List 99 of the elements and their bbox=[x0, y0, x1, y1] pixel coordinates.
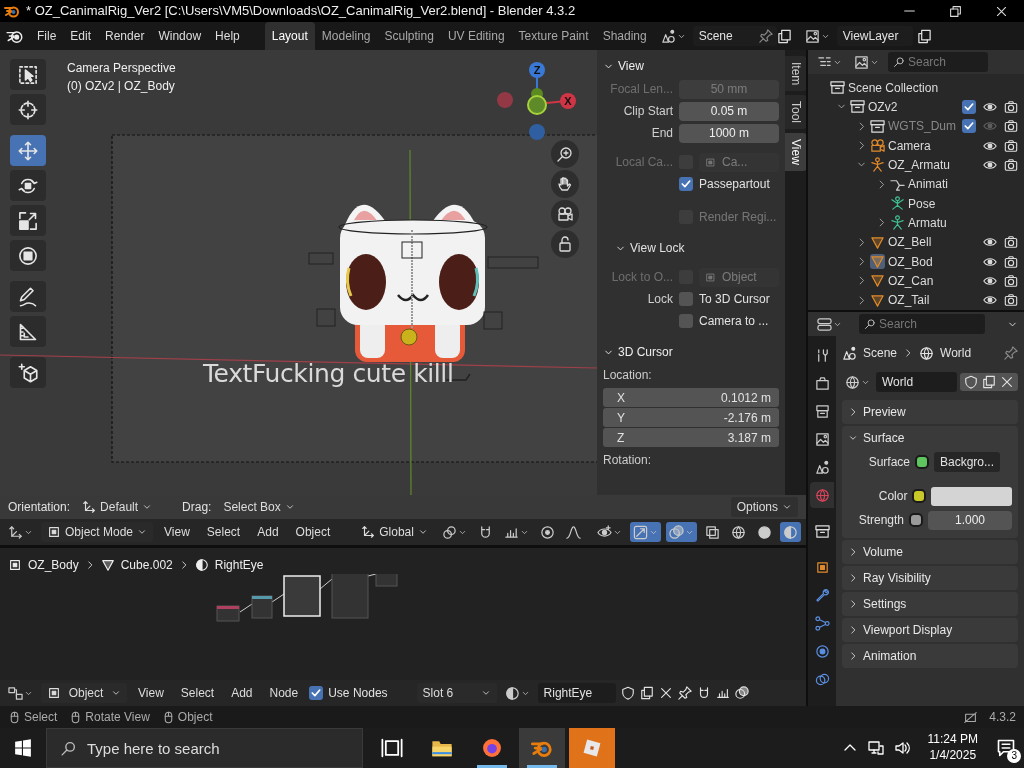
checkbox-label[interactable]: To 3D Cursor bbox=[699, 290, 770, 308]
field-label: Focal Len... bbox=[609, 81, 673, 98]
workspace-tab[interactable]: Shading bbox=[595, 22, 654, 50]
outliner-item[interactable]: Scene Collection bbox=[848, 78, 957, 97]
panel-title[interactable]: Surface bbox=[863, 429, 905, 447]
view-name: Camera Perspective bbox=[67, 60, 176, 77]
transform-orientation-dropdown[interactable]: Global bbox=[355, 522, 434, 542]
status-hint: Select bbox=[24, 709, 58, 726]
menu-item[interactable]: File bbox=[30, 24, 64, 48]
subpanel-title[interactable]: View Lock bbox=[630, 239, 685, 257]
sidebar-tab[interactable]: Item bbox=[784, 56, 806, 92]
menu-item[interactable]: Node bbox=[263, 684, 305, 702]
field-label: End bbox=[650, 125, 673, 142]
panel-title[interactable]: Settings bbox=[863, 595, 907, 613]
menu-item[interactable]: View bbox=[132, 684, 170, 702]
workspace-tab[interactable]: Modeling bbox=[314, 22, 378, 50]
section-label: Rotation: bbox=[603, 452, 652, 469]
checkbox-label[interactable]: Use Nodes bbox=[328, 684, 388, 702]
breadcrumb-item: World bbox=[940, 345, 972, 362]
outliner-item[interactable]: OZ_Bell bbox=[888, 233, 957, 252]
outliner-item[interactable]: Animati bbox=[908, 175, 957, 194]
scene-text: TextFucking cute killl bbox=[203, 358, 454, 390]
panel-title[interactable]: 3D Cursor bbox=[618, 343, 673, 361]
shader-type-dropdown[interactable]: Object bbox=[41, 683, 127, 703]
outliner-item[interactable]: OZ_Bod bbox=[888, 252, 957, 271]
outliner-item[interactable]: Armatu bbox=[908, 213, 957, 232]
workspace-tab[interactable]: Texture Paint bbox=[511, 22, 596, 50]
menu-item[interactable]: Add bbox=[251, 523, 285, 541]
number-field[interactable]: 1.000 bbox=[928, 510, 1012, 530]
options-dropdown[interactable]: Options bbox=[730, 497, 798, 517]
navigation-gizmo[interactable]: Z X bbox=[494, 58, 584, 150]
outliner-item[interactable]: OZ_Armatu bbox=[888, 155, 957, 174]
panel-title[interactable]: Animation bbox=[863, 647, 917, 665]
breadcrumb-item: OZ_Body bbox=[28, 557, 79, 574]
object-context: (0) OZv2 | OZ_Body bbox=[67, 78, 175, 95]
taskbar-search-field[interactable]: Type here to search bbox=[46, 728, 363, 768]
menu-item[interactable]: Edit bbox=[63, 24, 99, 48]
field-label: Lock to O... bbox=[610, 269, 673, 286]
version-label: 4.3.2 bbox=[989, 709, 1016, 726]
clock-time[interactable]: 11:24 PM bbox=[927, 732, 978, 748]
workspace-tab[interactable]: Sculpting bbox=[377, 22, 441, 50]
workspace-tab[interactable]: Layout bbox=[264, 22, 315, 50]
menu-item[interactable]: Select bbox=[174, 684, 221, 702]
drag-dropdown[interactable]: Select Box bbox=[217, 497, 301, 517]
status-hint: Rotate View bbox=[85, 709, 150, 726]
search-field[interactable]: Search bbox=[888, 52, 988, 72]
menu-item[interactable]: Object bbox=[289, 523, 337, 541]
mode-dropdown[interactable]: Object Mode bbox=[41, 522, 154, 542]
search-field[interactable]: Search bbox=[859, 314, 985, 334]
menu-item[interactable]: Add bbox=[225, 684, 259, 702]
notification-count: 3 bbox=[1007, 749, 1021, 763]
vector-field[interactable]: Z 3.187 m bbox=[603, 428, 779, 447]
menu-item[interactable]: Window bbox=[151, 24, 209, 48]
vector-field[interactable]: X 0.1012 m bbox=[603, 388, 779, 407]
field-label: Strength bbox=[857, 512, 904, 529]
panel-title[interactable]: View bbox=[618, 57, 644, 75]
outliner-item[interactable]: OZv2 bbox=[868, 97, 957, 116]
outliner-item[interactable]: OZ_Tail bbox=[888, 291, 957, 310]
outliner-item[interactable]: Camera bbox=[888, 136, 957, 155]
checkbox-label[interactable]: Camera to ... bbox=[699, 312, 769, 330]
section-label: Location: bbox=[603, 367, 652, 384]
scene-name-field[interactable]: Scene bbox=[692, 26, 777, 46]
field-label: Lock bbox=[646, 291, 673, 308]
world-name-field[interactable]: World bbox=[876, 372, 957, 392]
menu-item[interactable]: Help bbox=[208, 24, 247, 48]
sidebar-tab[interactable]: View bbox=[784, 133, 806, 172]
shader-link-field[interactable]: Backgro... bbox=[934, 452, 1001, 472]
drag-label: Drag: bbox=[182, 499, 212, 516]
field-label: Color bbox=[877, 488, 908, 505]
sidebar-tab[interactable]: Tool bbox=[784, 95, 806, 130]
clock-date[interactable]: 1/4/2025 bbox=[929, 748, 977, 764]
vector-field[interactable]: Y -2.176 m bbox=[603, 408, 779, 427]
breadcrumb-item: Cube.002 bbox=[120, 557, 173, 574]
outliner-item[interactable]: WGTS_Dum bbox=[888, 117, 957, 136]
field-label: Clip Start bbox=[622, 103, 673, 120]
panel-title[interactable]: Preview bbox=[863, 403, 906, 421]
orientation-dropdown[interactable]: Default bbox=[76, 497, 177, 517]
menu-item[interactable]: Render bbox=[98, 24, 152, 48]
slot-dropdown[interactable]: Slot 6 bbox=[416, 683, 497, 703]
orientation-label: Orientation: bbox=[8, 499, 71, 516]
status-hint: Object bbox=[177, 709, 213, 726]
breadcrumb-item: Scene bbox=[863, 345, 898, 362]
outliner-item[interactable]: Pose bbox=[908, 194, 957, 213]
number-field[interactable]: 1000 m bbox=[679, 123, 779, 143]
menu-item[interactable]: Select bbox=[200, 523, 247, 541]
panel-title[interactable]: Ray Visibility bbox=[863, 569, 931, 587]
number-field[interactable]: 0.05 m bbox=[679, 101, 779, 121]
window-title: * OZ_CanimalRig_Ver2 [C:\Users\VM5\Downloads\OZ_CanimalRig_Ver2.blend] - Blender 4.3.2 bbox=[26, 2, 577, 21]
checkbox-label[interactable]: Passepartout bbox=[699, 175, 770, 193]
workspace-tab[interactable]: UV Editing bbox=[440, 22, 512, 50]
field-label: Surface bbox=[867, 454, 910, 471]
view-layer-field[interactable]: ViewLayer bbox=[836, 26, 913, 46]
outliner-item[interactable]: OZ_Can bbox=[888, 272, 957, 290]
field-label: Local Ca... bbox=[614, 154, 673, 171]
breadcrumb-item: RightEye bbox=[214, 557, 264, 574]
material-name-field[interactable]: RightEye bbox=[537, 683, 616, 703]
panel-title[interactable]: Viewport Display bbox=[863, 621, 953, 639]
panel-title[interactable]: Volume bbox=[863, 543, 904, 561]
menu-item[interactable]: View bbox=[158, 523, 196, 541]
